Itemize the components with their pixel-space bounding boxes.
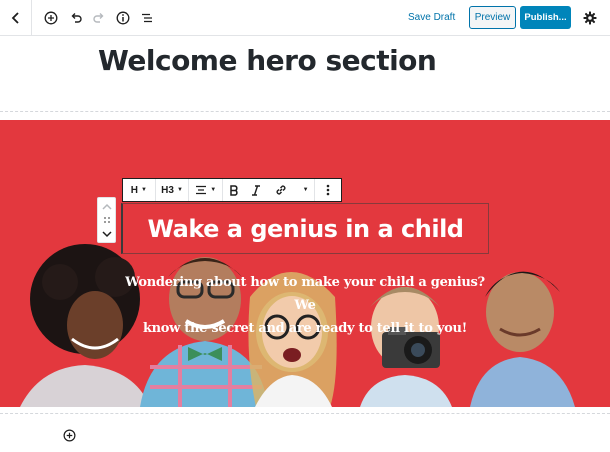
redo-icon	[93, 13, 104, 23]
undo-button[interactable]	[66, 8, 86, 28]
link-button[interactable]	[267, 179, 294, 201]
save-draft-link[interactable]: Save Draft	[408, 8, 455, 28]
drag-handle-icon	[103, 217, 110, 223]
plus-circle-icon	[44, 11, 58, 25]
block-toolbar: H ▼ H3 ▼ ▼ ▼	[122, 178, 342, 202]
caret-down-icon: ▼	[176, 187, 183, 193]
move-down-button[interactable]	[98, 228, 115, 240]
settings-button[interactable]	[580, 8, 600, 28]
hero-text-line: know the secret and are ready to tell it…	[142, 321, 468, 336]
heading-level-label: H3	[161, 184, 174, 196]
block-divider	[0, 111, 610, 112]
block-switcher-button[interactable]: H ▼	[123, 179, 156, 201]
more-vertical-icon	[326, 184, 330, 196]
bold-icon	[230, 184, 238, 196]
block-type-label: H	[130, 184, 138, 196]
more-options-button[interactable]	[315, 179, 341, 201]
caret-down-icon: ▼	[302, 187, 309, 193]
bold-button[interactable]	[223, 179, 245, 201]
redo-button[interactable]	[89, 8, 109, 28]
add-block-button[interactable]	[41, 8, 61, 28]
hero-heading[interactable]: Wake a genius in a child	[148, 215, 464, 243]
hero-text-line: Wondering about how to make your child a…	[125, 275, 485, 313]
block-divider	[0, 413, 610, 414]
heading-block[interactable]: Wake a genius in a child	[121, 203, 489, 254]
drag-handle[interactable]	[98, 214, 115, 226]
italic-icon	[252, 184, 261, 196]
block-mover	[97, 197, 116, 243]
align-button[interactable]: ▼	[189, 179, 224, 201]
chevron-left-icon	[11, 12, 19, 24]
preview-button[interactable]: Preview	[469, 6, 516, 29]
italic-button[interactable]	[245, 179, 267, 201]
list-icon	[142, 13, 152, 23]
gear-icon	[583, 11, 597, 25]
editor-header: Save Draft Preview Publish...	[0, 0, 610, 36]
align-center-icon	[196, 185, 207, 195]
hero-cover-block[interactable]	[0, 120, 610, 407]
undo-icon	[71, 13, 82, 23]
back-button[interactable]	[0, 0, 32, 36]
inserter-button[interactable]	[61, 427, 77, 443]
heading-level-button[interactable]: H3 ▼	[156, 179, 190, 201]
chevron-down-icon	[101, 230, 112, 237]
info-icon	[116, 11, 130, 25]
block-navigation-button[interactable]	[137, 8, 157, 28]
caret-down-icon: ▼	[210, 187, 217, 193]
plus-circle-icon	[63, 429, 75, 441]
post-title[interactable]: Welcome hero section	[98, 44, 437, 77]
publish-button[interactable]: Publish...	[520, 6, 571, 29]
link-icon	[276, 185, 286, 195]
content-info-button[interactable]	[113, 8, 133, 28]
more-formats-button[interactable]: ▼	[294, 179, 314, 201]
chevron-up-icon	[101, 203, 112, 210]
move-up-button[interactable]	[98, 200, 115, 212]
caret-down-icon: ▼	[140, 187, 147, 193]
format-group: ▼	[223, 179, 316, 201]
hero-paragraph[interactable]: Wondering about how to make your child a…	[120, 271, 490, 340]
